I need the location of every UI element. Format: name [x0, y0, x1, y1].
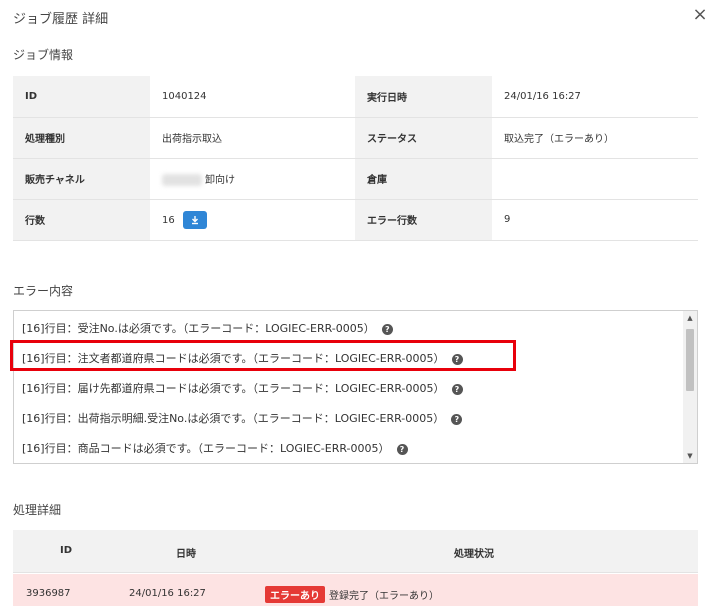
help-icon[interactable]: ? — [396, 443, 408, 455]
processing-table-header: ID 日時 処理状況 — [13, 530, 698, 573]
error-text: [16]行目：受注No.は必須です。（エラーコード：LOGIEC-ERR-000… — [22, 322, 375, 335]
error-text: [16]行目：商品コードは必須です。（エラーコード：LOGIEC-ERR-000… — [22, 442, 390, 455]
job-info-row: ID 1040124 実行日時 24/01/16 16:27 — [13, 76, 698, 118]
value-error-row-count: 9 — [492, 199, 698, 241]
job-info-row: 処理種別 出荷指示取込 ステータス 取込完了（エラーあり） — [13, 117, 698, 159]
value-executed-at: 24/01/16 16:27 — [492, 76, 698, 118]
error-section-title: エラー内容 — [13, 284, 74, 298]
row-status: エラーあり 登録完了（エラーあり） — [265, 586, 439, 603]
label-error-row-count: エラー行数 — [355, 199, 492, 241]
sales-channel-text: 卸向け — [205, 175, 235, 186]
value-id: 1040124 — [150, 76, 355, 118]
value-row-count: 16 — [150, 199, 355, 241]
error-item: [16]行目：商品コードは必須です。（エラーコード：LOGIEC-ERR-000… — [22, 440, 408, 456]
scroll-up-icon[interactable]: ▲ — [683, 311, 697, 325]
help-icon[interactable]: ? — [451, 383, 463, 395]
error-text: [16]行目：出荷指示明細.受注No.は必須です。（エラーコード：LOGIEC-… — [22, 412, 445, 425]
modal-title: ジョブ履歴 詳細 — [13, 12, 109, 27]
close-icon: × — [692, 4, 708, 25]
job-info-table: ID 1040124 実行日時 24/01/16 16:27 処理種別 出荷指示… — [13, 76, 698, 241]
highlight-annotation — [10, 340, 516, 371]
error-text: [16]行目：届け先都道府県コードは必須です。（エラーコード：LOGIEC-ER… — [22, 382, 445, 395]
error-item: [16]行目：受注No.は必須です。（エラーコード：LOGIEC-ERR-000… — [22, 320, 393, 336]
value-sales-channel: 卸向け — [150, 158, 355, 200]
close-button[interactable]: × — [691, 6, 709, 24]
error-item: [16]行目：出荷指示明細.受注No.は必須です。（エラーコード：LOGIEC-… — [22, 410, 463, 426]
error-list-scrollbar[interactable]: ▲ ▼ — [683, 311, 697, 463]
download-icon — [191, 215, 198, 224]
download-button[interactable] — [182, 210, 207, 229]
error-list[interactable]: [16]行目：受注No.は必須です。（エラーコード：LOGIEC-ERR-000… — [13, 310, 698, 464]
value-warehouse — [492, 158, 698, 200]
label-id: ID — [13, 76, 150, 118]
row-status-text: 登録完了（エラーあり） — [329, 591, 439, 602]
label-sales-channel: 販売チャネル — [13, 158, 150, 200]
redacted-text — [162, 174, 202, 186]
label-process-type: 処理種別 — [13, 117, 150, 159]
label-row-count: 行数 — [13, 199, 150, 241]
table-row: 3936987 24/01/16 16:27 エラーあり 登録完了（エラーあり） — [13, 574, 698, 606]
row-count-text: 16 — [162, 214, 175, 226]
row-id: 3936987 — [26, 588, 71, 599]
help-icon[interactable]: ? — [381, 323, 393, 335]
header-datetime: 日時 — [176, 549, 196, 560]
scrollbar-thumb[interactable] — [686, 329, 694, 391]
job-info-row: 販売チャネル 卸向け 倉庫 — [13, 158, 698, 200]
label-warehouse: 倉庫 — [355, 158, 492, 200]
help-icon[interactable]: ? — [451, 413, 463, 425]
processing-section-title: 処理詳細 — [13, 503, 62, 517]
job-info-row: 行数 16 エラー行数 9 — [13, 199, 698, 241]
error-item: [16]行目：届け先都道府県コードは必須です。（エラーコード：LOGIEC-ER… — [22, 380, 463, 396]
scroll-down-icon[interactable]: ▼ — [683, 449, 697, 463]
header-status: 処理状況 — [454, 549, 494, 560]
label-status: ステータス — [355, 117, 492, 159]
header-id: ID — [60, 545, 73, 556]
value-process-type: 出荷指示取込 — [150, 117, 355, 159]
row-datetime: 24/01/16 16:27 — [129, 588, 206, 599]
value-status: 取込完了（エラーあり） — [492, 117, 698, 159]
label-executed-at: 実行日時 — [355, 76, 492, 118]
error-badge: エラーあり — [265, 586, 325, 603]
job-info-title: ジョブ情報 — [13, 48, 74, 62]
